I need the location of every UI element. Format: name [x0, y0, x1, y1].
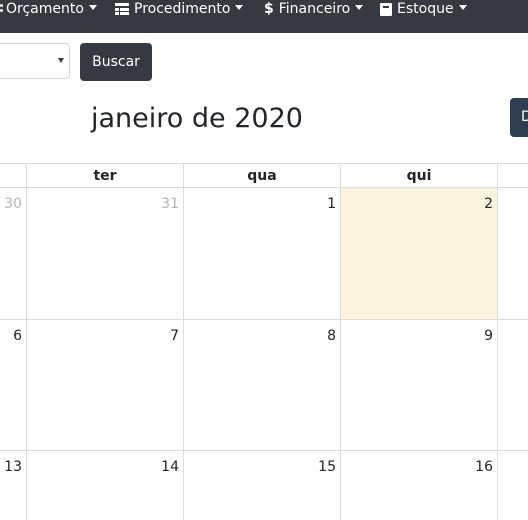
nav-orcamento-label: Orçamento: [6, 1, 84, 17]
day-number[interactable]: 13: [0, 458, 22, 476]
view-day-button[interactable]: D: [510, 98, 528, 137]
grid-line: [26, 163, 27, 520]
caret-down-icon: [458, 4, 467, 10]
nav-financeiro-label: Financeiro: [278, 1, 351, 17]
day-number[interactable]: 1: [296, 195, 336, 213]
calendar-title: janeiro de 2020: [91, 103, 303, 134]
top-navbar: Orçamento Procedimento $ Financeiro Esto…: [0, 0, 528, 33]
day-number[interactable]: 16: [453, 458, 493, 476]
nav-estoque-label: Estoque: [397, 1, 454, 17]
day-number[interactable]: 30: [0, 195, 22, 213]
day-number[interactable]: 8: [296, 327, 336, 345]
caret-down-icon: [235, 4, 244, 10]
weekday-header-qui: qui: [406, 168, 432, 184]
search-button[interactable]: Buscar: [80, 43, 152, 81]
day-number[interactable]: 15: [296, 458, 336, 476]
box-icon: [380, 2, 392, 16]
table-icon: [115, 3, 129, 15]
ellipsis-vertical-icon: [0, 3, 3, 15]
day-number[interactable]: 14: [139, 458, 179, 476]
weekday-header-ter: ter: [93, 168, 117, 184]
nav-financeiro[interactable]: $ Financeiro: [264, 0, 364, 18]
day-number[interactable]: 9: [453, 327, 493, 345]
grid-line: [0, 450, 528, 451]
grid-line: [497, 163, 498, 520]
nav-procedimento-label: Procedimento: [134, 1, 231, 17]
grid-line: [0, 319, 528, 320]
grid-line: [183, 163, 184, 520]
day-number[interactable]: 7: [139, 327, 179, 345]
nav-estoque[interactable]: Estoque: [380, 0, 467, 18]
day-number-today[interactable]: 2: [453, 195, 493, 213]
weekday-header-qua: qua: [247, 168, 277, 184]
caret-down-icon: [355, 4, 364, 10]
day-number[interactable]: 31: [139, 195, 179, 213]
caret-down-icon: [88, 4, 97, 10]
nav-procedimento[interactable]: Procedimento: [115, 0, 244, 18]
chevron-down-icon: [58, 58, 64, 63]
nav-orcamento[interactable]: Orçamento: [0, 0, 97, 18]
dollar-icon: $: [264, 1, 274, 17]
grid-line: [340, 163, 341, 520]
day-number[interactable]: 6: [0, 327, 22, 345]
